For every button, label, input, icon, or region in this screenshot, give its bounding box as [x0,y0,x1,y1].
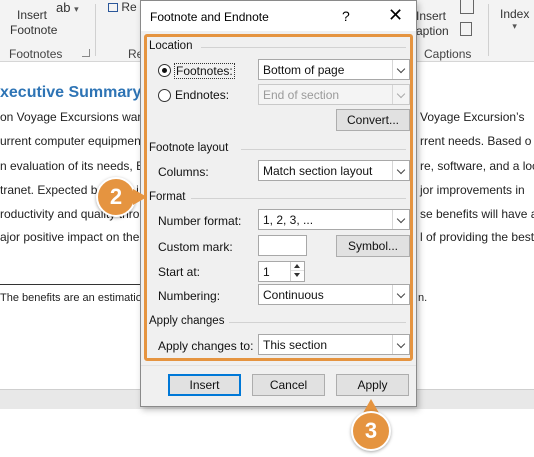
captions-group-label: Captions [424,47,472,61]
start-at-value: 1 [263,265,270,279]
section-divider [241,149,406,150]
apply-changes-section-label: Apply changes [149,315,225,327]
section-divider [191,198,406,199]
dialog-titlebar[interactable]: Footnote and Endnote ? ✕ [141,1,416,31]
document-line-right: se benefits will have a [420,207,534,221]
start-at-input[interactable]: 1 [258,261,305,282]
format-section-label: Format [149,191,186,203]
insert-caption-label-2: aption [416,24,449,38]
step-2-callout: 2 [96,177,136,217]
footnotes-label: Footnotes: [174,63,235,79]
cross-reference-icon[interactable] [460,22,472,36]
footnote-text-end: n. [418,292,428,304]
footnotes-dialog-launcher-icon[interactable] [82,49,90,57]
document-line-right: re, software, and a loca [420,159,534,173]
document-heading: xecutive Summary [0,84,142,101]
number-format-label: Number format: [158,214,242,228]
document-line-right: l of providing the best [420,230,534,244]
insert-index-button[interactable]: Index ▾ [500,7,529,32]
number-format-value: 1, 2, 3, ... [263,213,314,227]
columns-label: Columns: [158,165,209,179]
insert-footnote-label-1: Insert [16,8,47,22]
research-button[interactable]: Re [108,0,137,14]
chevron-down-icon [392,335,409,354]
close-icon[interactable]: ✕ [388,5,403,26]
custom-mark-label: Custom mark: [158,240,233,254]
start-at-label: Start at: [158,265,201,279]
document-line: urrent computer equipmen [0,134,141,148]
endnotes-location-value: End of section [263,88,340,102]
insert-footnote-button[interactable]: Insert Footnote [10,8,58,38]
document-line-right: Voyage Excursion’s [420,110,525,124]
start-at-spinner [290,262,304,281]
chevron-down-icon: ▾ [512,21,517,31]
chevron-down-icon [392,161,409,180]
section-divider [201,47,406,48]
cancel-button[interactable]: Cancel [252,374,325,396]
chevron-down-icon [392,285,409,304]
chevron-down-icon [392,85,409,104]
custom-mark-input[interactable] [258,235,307,256]
insert-footnote-label-2: Footnote [10,23,58,37]
footnote-layout-section-label: Footnote layout [149,142,229,154]
spin-up-icon[interactable] [291,262,304,271]
research-label: Re [121,0,137,14]
step-3-callout: 3 [351,411,391,451]
chevron-down-icon [392,60,409,79]
ab-label: ab [56,0,71,15]
numbering-dropdown[interactable]: Continuous [258,284,410,305]
footnotes-location-value: Bottom of page [263,63,345,77]
footnote-text: The benefits are an estimation [0,292,148,304]
footnotes-location-dropdown[interactable]: Bottom of page [258,59,410,80]
footnotes-radio[interactable] [158,64,171,77]
footer-divider [141,365,416,366]
columns-value: Match section layout [263,164,373,178]
number-format-dropdown[interactable]: 1, 2, 3, ... [258,209,410,230]
numbering-label: Numbering: [158,289,221,303]
document-line: n evaluation of its needs, B [0,159,145,173]
footnotes-group-label: Footnotes [9,47,63,61]
endnotes-location-dropdown[interactable]: End of section [258,84,410,105]
document-line-right: rrent needs. Based o [420,134,532,148]
document-line: on Voyage Excursions want [0,110,148,124]
document-line: ajor positive impact on the [0,230,140,244]
symbol-button[interactable]: Symbol... [336,235,410,257]
apply-button[interactable]: Apply [336,374,409,396]
group-separator [488,4,489,56]
help-icon[interactable]: ? [342,8,350,24]
endnotes-radio[interactable] [158,89,171,102]
group-separator [95,4,96,56]
index-label: Index [500,7,530,21]
numbering-value: Continuous [263,288,324,302]
chevron-down-icon [392,210,409,229]
insert-button[interactable]: Insert [168,374,241,396]
footnote-endnote-dialog: Footnote and Endnote ? ✕ Location Footno… [140,0,417,407]
columns-dropdown[interactable]: Match section layout [258,160,410,181]
footnote-separator [0,284,140,285]
caption-tools-icon[interactable] [460,0,474,14]
apply-changes-to-label: Apply changes to: [158,339,254,353]
insert-caption-label-1: Insert [416,9,447,23]
document-line-right: jor improvements in [420,183,525,197]
step-2-pointer [133,189,147,205]
convert-button[interactable]: Convert... [336,109,410,131]
page-gap [0,409,534,457]
endnotes-label: Endnotes: [175,88,230,102]
insert-caption-button[interactable]: Insert aption [416,9,449,39]
dialog-title: Footnote and Endnote [150,10,269,24]
research-icon [108,3,118,13]
spin-down-icon[interactable] [291,271,304,280]
chevron-down-icon: ▾ [74,4,79,14]
location-section-label: Location [149,40,193,52]
section-divider [229,322,406,323]
apply-changes-to-dropdown[interactable]: This section [258,334,410,355]
insert-endnote-button[interactable]: ab ▾ [56,0,79,15]
apply-changes-to-value: This section [263,338,328,352]
